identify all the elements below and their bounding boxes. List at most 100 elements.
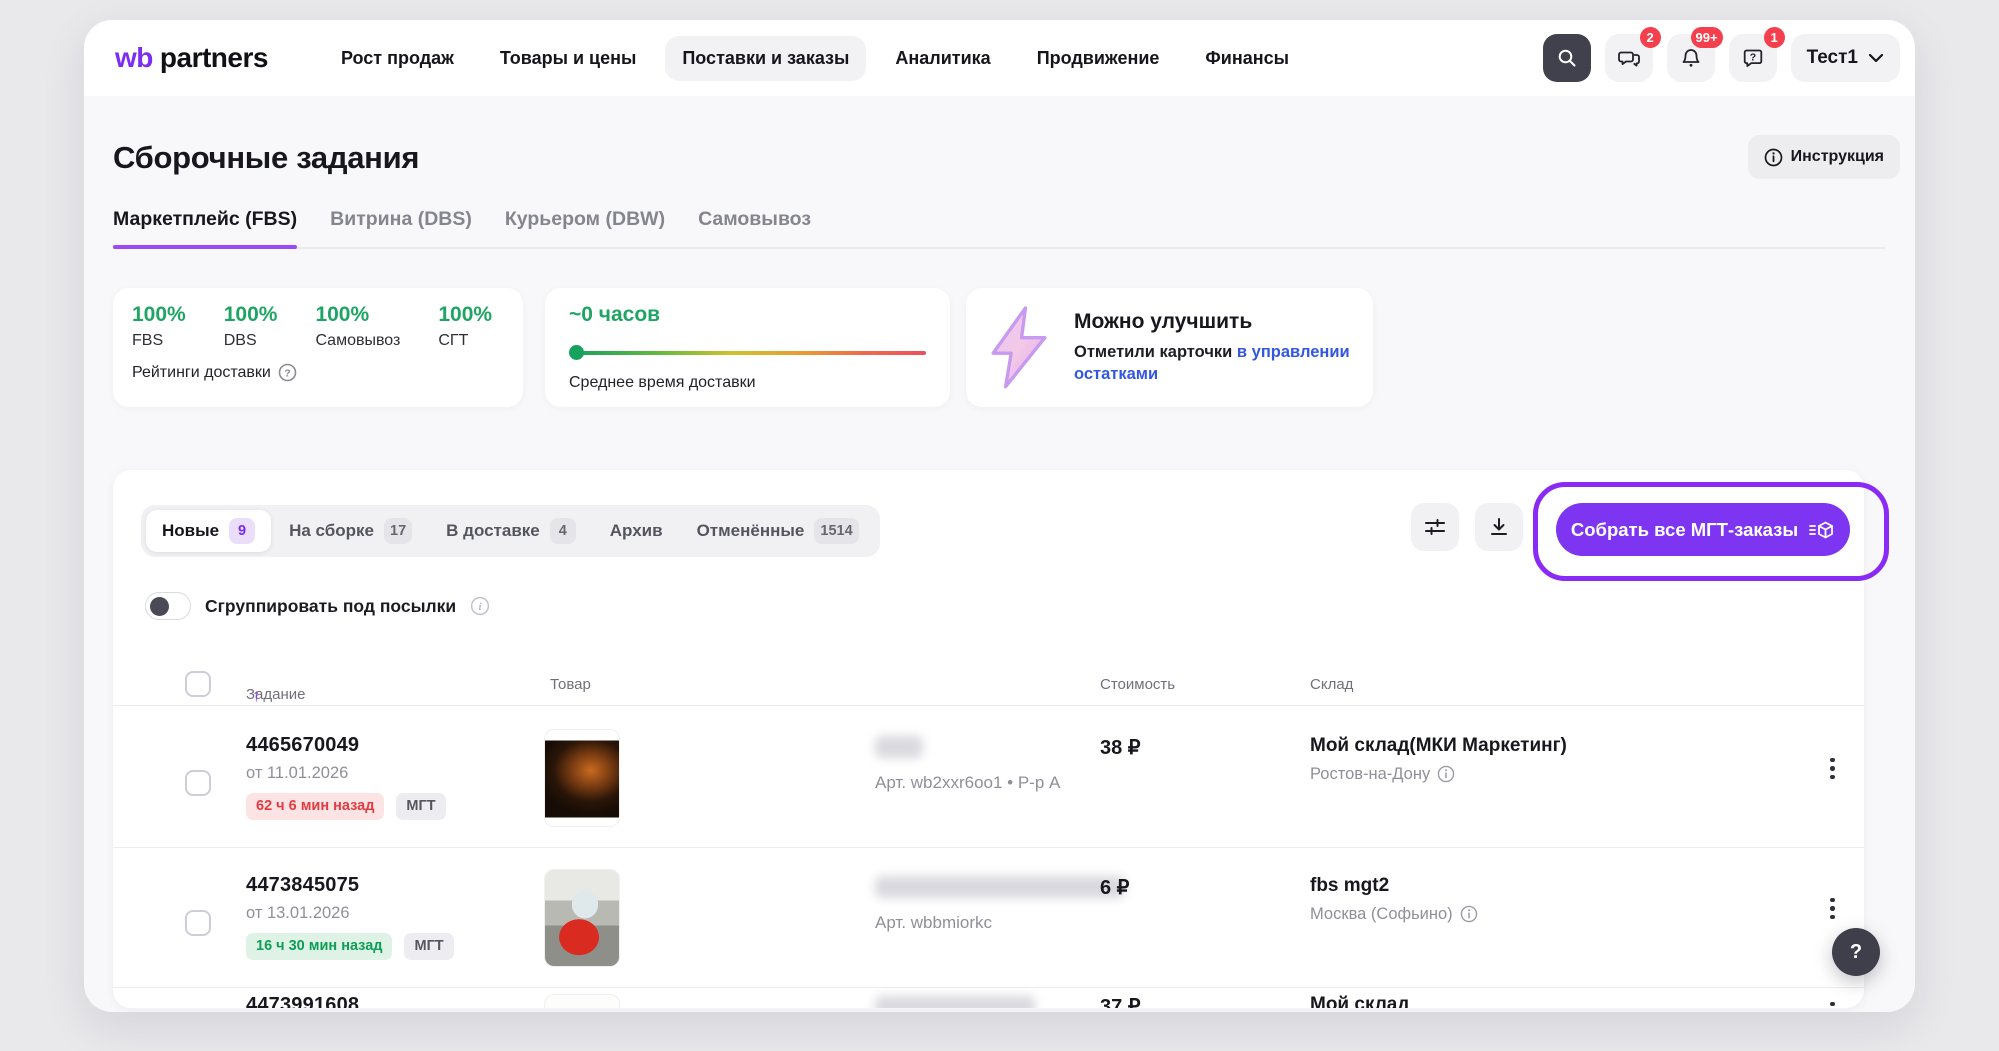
instruction-label: Инструкция [1791,148,1884,166]
svg-text:?: ? [284,367,290,379]
rating-sgt: 100% СГТ [438,303,492,350]
column-warehouse: Склад [1310,676,1353,693]
instruction-button[interactable]: Инструкция [1748,135,1900,179]
group-parcels-toggle[interactable] [145,592,191,620]
chip-assembling-count: 17 [384,518,412,544]
account-name: Тест1 [1807,47,1858,69]
tab-vitrina-dbs[interactable]: Витрина (DBS) [330,208,472,231]
chevron-down-icon [1868,53,1884,63]
chip-delivering[interactable]: В доставке 4 [430,510,592,552]
sliders-icon [1423,515,1447,539]
top-navigation: wb partners Рост продаж Товары и цены По… [84,20,1915,96]
delivery-time-marker [569,345,584,360]
row-menu-button[interactable] [1826,998,1839,1009]
bell-icon [1679,46,1703,70]
improve-card: Можно улучшить Отметили карточки в управ… [966,288,1373,407]
time-ago-badge: 62 ч 6 мин назад [246,793,384,820]
nav-item-finance[interactable]: Финансы [1188,36,1306,81]
product-thumbnail[interactable] [544,994,620,1009]
tab-courier-dbw[interactable]: Курьером (DBW) [505,208,665,231]
question-circle-icon[interactable]: ? [278,363,297,382]
chip-archive[interactable]: Архив [594,510,679,552]
search-icon [1556,47,1578,69]
help-fab-button[interactable]: ? [1832,928,1880,976]
warehouse-name: Мой склад [1310,994,1409,1009]
question-bubble-icon: ? [1741,46,1765,70]
row-checkbox[interactable] [185,910,211,936]
order-price: 6 ₽ [1100,875,1129,900]
warehouse-name: fbs mgt2 [1310,875,1478,897]
download-button[interactable] [1475,503,1523,551]
chip-new[interactable]: Новые 9 [146,510,271,552]
lightning-icon [988,305,1050,391]
info-small-icon[interactable] [1460,905,1478,923]
row-menu-button[interactable] [1826,754,1839,784]
product-thumbnail[interactable] [544,729,620,827]
wb-partners-logo[interactable]: wb partners [115,42,268,74]
group-parcels-label: Сгруппировать под посылки [205,596,456,617]
topbar-actions: 2 99+ ? 1 Тест1 [1543,34,1900,82]
column-price: Стоимость [1100,676,1175,693]
improve-text: Отметили карточки [1074,343,1232,361]
nav-item-goods-prices[interactable]: Товары и цены [483,36,653,81]
group-parcels-row: Сгруппировать под посылки i [145,592,490,620]
page-title: Сборочные задания [113,140,419,176]
search-button[interactable] [1543,34,1591,82]
app-window: wb partners Рост продаж Товары и цены По… [84,20,1915,1012]
svg-text:i: i [479,602,482,613]
chip-cancelled-count: 1514 [814,518,858,544]
collect-all-mgt-orders-button[interactable]: Собрать все МГТ-заказы [1556,503,1850,556]
chip-cancelled[interactable]: Отменённые 1514 [681,510,875,552]
chip-new-count: 9 [229,518,255,544]
row-checkbox[interactable] [185,770,211,796]
support-button[interactable]: ? 1 [1729,34,1777,82]
delivery-time-value: ~0 часов [569,303,926,327]
task-date: от 11.01.2026 [246,764,446,783]
mgt-badge: МГТ [396,793,445,820]
chip-assembling[interactable]: На сборке 17 [273,510,428,552]
download-icon [1487,515,1511,539]
orders-panel: Новые 9 На сборке 17 В доставке 4 Архив … [113,470,1864,1008]
delivery-time-caption: Среднее время доставки [569,374,926,392]
product-thumbnail[interactable] [544,869,620,967]
delivery-ratings-card: 100% FBS 100% DBS 100% Самовывоз 100% СГ… [113,288,523,407]
info-small-icon[interactable]: i [470,596,490,616]
box-list-icon [1808,519,1835,541]
notifications-button[interactable]: 99+ [1667,34,1715,82]
task-id: 4473845075 [246,874,454,897]
filter-settings-button[interactable] [1411,503,1459,551]
logo-wb: wb [115,42,153,74]
warehouse-city: Москва (Софьино) [1310,905,1453,924]
nav-item-supplies-orders[interactable]: Поставки и заказы [665,36,866,81]
task-id: 4473991608 [246,994,359,1009]
nav-item-promotion[interactable]: Продвижение [1020,36,1177,81]
table-row: 4473845075 от 13.01.2026 16 ч 30 мин наз… [113,848,1864,988]
sort-asc-icon[interactable]: ↑ [252,686,261,706]
table-row: 4465670049 от 11.01.2026 62 ч 6 мин наза… [113,708,1864,848]
delivery-time-scale [569,345,926,360]
delivery-time-card: ~0 часов Среднее время доставки [545,288,950,407]
table-header: Задание↑ Товар Стоимость Склад [113,666,1864,706]
rating-pickup: 100% Самовывоз [315,303,400,350]
blurred-product-name [875,996,1035,1009]
info-circle-icon [1764,148,1783,167]
info-small-icon[interactable] [1437,765,1455,783]
row-menu-button[interactable] [1826,894,1839,924]
select-all-checkbox[interactable] [185,671,211,697]
nav-item-sales-growth[interactable]: Рост продаж [324,36,471,81]
task-date: от 13.01.2026 [246,904,454,923]
nav-item-analytics[interactable]: Аналитика [878,36,1007,81]
svg-text:?: ? [1749,52,1755,64]
account-menu-button[interactable]: Тест1 [1791,34,1900,82]
tab-marketplace-fbs[interactable]: Маркетплейс (FBS) [113,208,297,231]
order-price: 38 ₽ [1100,735,1141,760]
messages-button[interactable]: 2 [1605,34,1653,82]
column-product: Товар [550,676,591,693]
logo-partners: partners [160,42,268,74]
improve-title: Можно улучшить [1074,310,1374,334]
warehouse-name: Мой склад(МКИ Маркетинг) [1310,735,1567,757]
warehouse-city: Ростов-на-Дону [1310,765,1430,784]
product-article: Арт. wbbmiorkc [875,913,1125,933]
ratings-caption: Рейтинги доставки [132,364,271,382]
tab-pickup[interactable]: Самовывоз [698,208,811,231]
